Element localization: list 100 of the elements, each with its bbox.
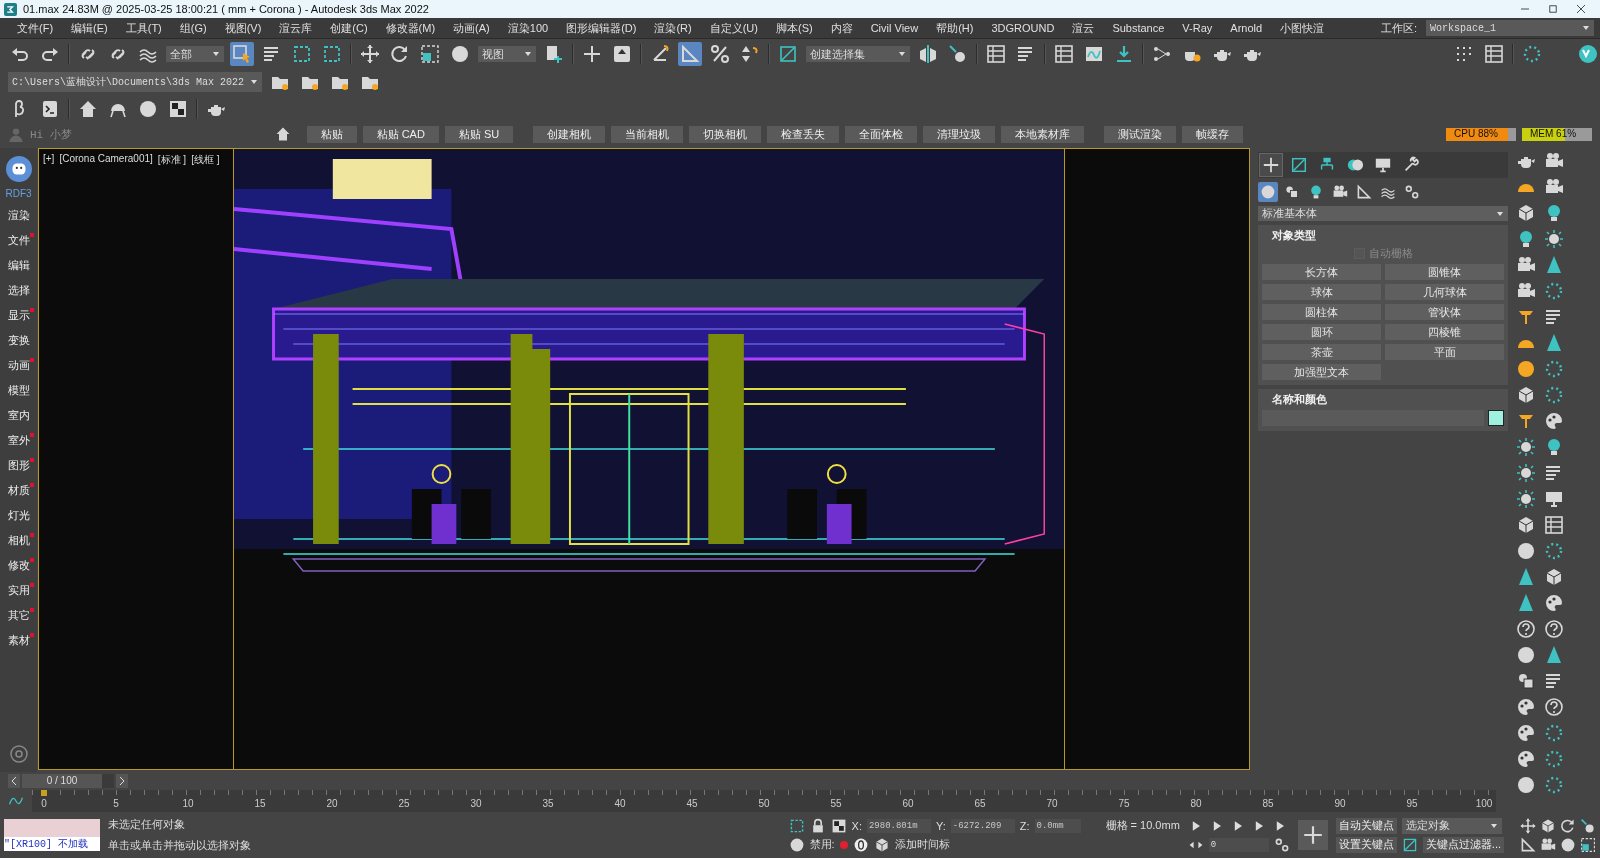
table-icon[interactable] <box>1482 42 1506 66</box>
ring-icon[interactable] <box>1544 723 1564 743</box>
scale-icon[interactable] <box>418 42 442 66</box>
transform-mode-icon[interactable] <box>830 817 847 834</box>
sphere-icon[interactable] <box>1516 541 1536 561</box>
time-config-icon[interactable] <box>1273 836 1290 853</box>
next-frame-button[interactable] <box>116 774 128 788</box>
rollout-header[interactable]: 名称和颜色 <box>1262 392 1504 407</box>
menu-item[interactable]: 文件(F) <box>8 20 63 36</box>
viewport-navigation-icon[interactable] <box>1540 817 1556 834</box>
quick-button[interactable]: 创建相机 <box>533 125 606 143</box>
menu-item[interactable]: 工具(T) <box>116 20 171 36</box>
palette-icon[interactable] <box>1544 593 1564 613</box>
viewport-navigation-icon[interactable] <box>1580 817 1596 834</box>
cube-icon[interactable] <box>1516 385 1536 405</box>
primitive-button[interactable]: 圆环 <box>1262 324 1381 340</box>
z-coordinate-field[interactable]: 0.0mm <box>1034 818 1081 833</box>
time-tag-label[interactable]: 添加时间标 <box>894 837 950 852</box>
settings-icon[interactable] <box>8 744 29 764</box>
table-icon[interactable] <box>1052 42 1076 66</box>
viewport-menu-label[interactable]: [+] <box>43 153 55 167</box>
tree-icon[interactable] <box>1516 567 1536 587</box>
viewport-navigation-icon[interactable] <box>1580 836 1596 853</box>
monitor-icon[interactable] <box>1544 489 1564 509</box>
menu-item[interactable]: 视图(V) <box>215 20 271 36</box>
current-frame-marker[interactable] <box>41 790 47 796</box>
sidebar-item[interactable]: 室内 <box>3 403 34 428</box>
menu-item[interactable]: 自定义(U) <box>700 20 767 36</box>
quick-button[interactable]: 清理垃圾 <box>923 125 996 143</box>
tree-icon[interactable] <box>1544 645 1564 665</box>
primitive-button[interactable]: 球体 <box>1262 284 1381 300</box>
frame-field[interactable]: 0 <box>1208 837 1269 852</box>
menu-item[interactable]: 组(G) <box>170 20 216 36</box>
workspace-dropdown[interactable]: Workspace_1 <box>1426 20 1594 36</box>
cube-icon[interactable] <box>1516 203 1536 223</box>
menu-item[interactable]: 小图快渲 <box>1271 20 1334 36</box>
sidebar-item[interactable]: 素材 <box>3 628 34 653</box>
x-coordinate-field[interactable]: 2980.801m <box>866 818 931 833</box>
viewport[interactable]: [+] [Corona Camera001] [标准 ] [线框 ] <box>38 148 1250 770</box>
help-icon[interactable] <box>1544 697 1564 717</box>
menu-item[interactable]: 编辑(E) <box>62 20 117 36</box>
quick-button[interactable]: 粘贴 <box>306 125 357 143</box>
menu-item[interactable]: 帮助(H) <box>927 20 983 36</box>
sidebar-item[interactable]: 灯光 <box>3 503 34 528</box>
palette-icon[interactable] <box>1544 411 1564 431</box>
primitive-button[interactable]: 四棱锥 <box>1385 324 1504 340</box>
tree-icon[interactable] <box>1516 593 1536 613</box>
primitive-button[interactable]: 圆柱体 <box>1262 304 1381 320</box>
angle-snap-icon[interactable] <box>678 42 702 66</box>
color-swatch[interactable] <box>1488 410 1504 426</box>
timeline-ruler[interactable]: 0 5 10 15 20 25 30 35 40 45 50 55 60 65 70 75 80 85 90 95 100 <box>32 790 1496 812</box>
viewport-navigation-icon[interactable] <box>1520 817 1536 834</box>
primitive-button[interactable]: 长方体 <box>1262 264 1381 280</box>
selection-filter-dropdown[interactable]: 全部 <box>166 46 224 62</box>
zero-icon[interactable] <box>852 836 869 853</box>
tree-icon[interactable] <box>1544 333 1564 353</box>
palette-icon[interactable] <box>1516 697 1536 717</box>
help-icon[interactable] <box>1516 619 1536 639</box>
sidebar-item[interactable]: 图形 <box>3 453 34 478</box>
ball-icon[interactable] <box>1516 359 1536 379</box>
tree-icon[interactable] <box>1544 255 1564 275</box>
menu-item[interactable]: 内容 <box>821 20 862 36</box>
sidebar-item[interactable]: 渲染 <box>3 203 34 228</box>
primitive-button[interactable]: 加强型文本 <box>1262 364 1381 380</box>
table-icon[interactable] <box>1544 515 1564 535</box>
plus-icon[interactable] <box>1260 154 1282 176</box>
home-icon[interactable] <box>274 126 291 142</box>
sidebar-item[interactable]: 实用 <box>3 578 34 603</box>
sidebar-item[interactable]: 显示 <box>3 303 34 328</box>
help-icon[interactable] <box>1544 619 1564 639</box>
key-mode-dropdown[interactable]: 选定对象 <box>1401 817 1502 834</box>
menu-item[interactable]: 3DGROUND <box>982 22 1064 34</box>
menu-item[interactable]: 渲染(R) <box>645 20 701 36</box>
sun-icon[interactable] <box>1516 437 1536 457</box>
named-selection-dropdown[interactable]: 创建选择集 <box>806 46 910 62</box>
menu-item[interactable]: 修改器(M) <box>376 20 445 36</box>
project-path-dropdown[interactable]: C:\Users\蓝柚设计\Documents\3ds Max 2022 <box>8 72 263 92</box>
quick-button[interactable]: 粘贴 CAD <box>362 125 439 143</box>
bear-logo-icon[interactable] <box>5 156 32 182</box>
ring-icon[interactable] <box>1544 385 1564 405</box>
palette-icon[interactable] <box>1516 749 1536 769</box>
shapes-icon[interactable] <box>1516 671 1536 691</box>
sidebar-item[interactable]: 动画 <box>3 353 34 378</box>
menu-item[interactable]: Arnold <box>1221 22 1272 34</box>
sidebar-item[interactable]: 模型 <box>3 378 34 403</box>
quick-button[interactable]: 全面体检 <box>845 125 918 143</box>
vc-logo-icon[interactable] <box>1576 42 1600 66</box>
primitive-button[interactable]: 圆锥体 <box>1385 264 1504 280</box>
sun-icon[interactable] <box>1544 229 1564 249</box>
rollout-header[interactable]: 对象类型 <box>1262 228 1504 243</box>
menu-item[interactable]: Civil View <box>861 22 928 34</box>
ring-icon[interactable] <box>1544 541 1564 561</box>
sun-icon[interactable] <box>1516 463 1536 483</box>
auto-key-button[interactable]: 自动关键点 <box>1335 817 1397 834</box>
sidebar-item[interactable]: 室外 <box>3 428 34 453</box>
sphere-icon[interactable] <box>1516 645 1536 665</box>
viewport-navigation-icon[interactable] <box>1560 817 1576 834</box>
table-icon[interactable] <box>984 42 1008 66</box>
move-icon[interactable] <box>358 42 382 66</box>
menu-item[interactable]: 渲云库 <box>270 20 322 36</box>
